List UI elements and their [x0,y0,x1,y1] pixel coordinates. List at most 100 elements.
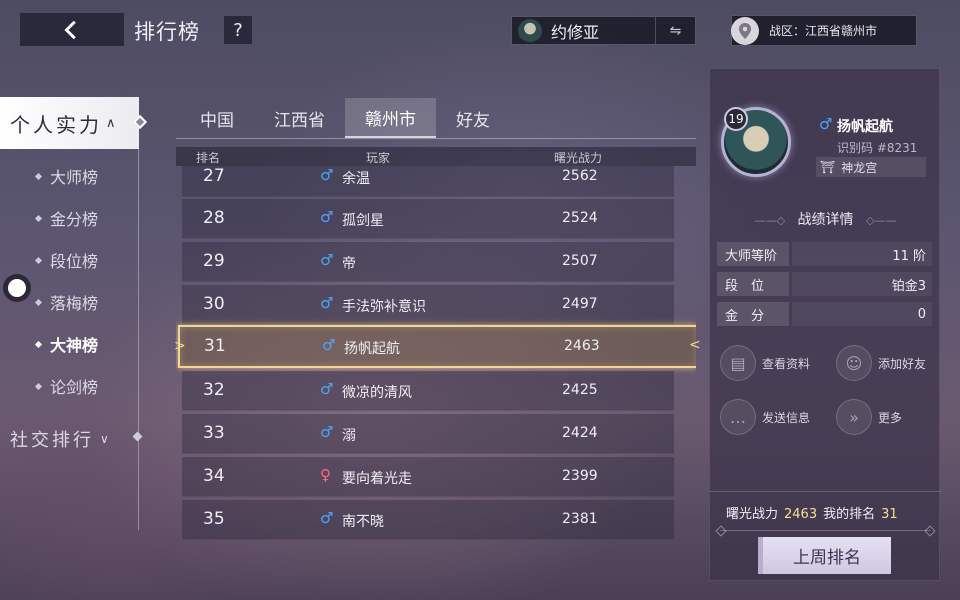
row-power: 2381 [562,511,598,527]
male-icon: ♂ [320,166,334,184]
nav-item-master-god[interactable]: 大神榜 [34,332,99,356]
nav-item-label: 落梅榜 [50,294,99,313]
tab-ganzhou[interactable]: 赣州市 [345,98,436,138]
male-icon: ♂ [320,294,334,312]
nav-item-tier[interactable]: 段位榜 [34,248,99,272]
rank-label: 我的排名 [823,507,876,522]
nav-item-label: 金分榜 [50,210,99,229]
diamond-bullet-icon [34,172,43,180]
location-pin-icon [731,16,759,45]
table-row[interactable]: 27 ♂ 余温 2562 [182,166,674,197]
header-power: 曙光战力 [554,151,603,165]
nav-item-luomei[interactable]: 落梅榜 [34,290,99,314]
power-value: 2463 [784,507,818,522]
row-player-name: 帝 [342,256,356,272]
power-label: 曙光战力 [726,507,779,522]
guild-icon: ⛩ [820,160,836,174]
nav-group-label: 社交排行 [10,430,94,451]
row-rank: 29 [203,251,225,271]
diamond-bullet-icon [34,382,43,390]
table-row[interactable]: 29 ♂ 帝 2507 [182,242,674,282]
row-rank: 33 [203,423,225,443]
footer-divider [710,491,941,492]
row-player-name: 微凉的清风 [342,385,412,401]
divider-ornament-icon: ◇—— [865,214,897,227]
table-row[interactable]: 34 ♀ 要向着光走 2399 [182,457,674,497]
region-tabs: 中国 江西省 赣州市 好友 [180,98,510,138]
more-button[interactable]: » 更多 [836,399,902,435]
character-name: 约修亚 [551,22,600,42]
chevron-up-icon: ∧ [106,115,116,131]
view-profile-label: 查看资料 [762,356,811,371]
last-week-ranking-button[interactable]: 上周排名 [758,537,891,574]
diamond-bullet-icon [34,214,43,222]
tab-jiangxi[interactable]: 江西省 [254,98,345,138]
row-power: 2524 [562,210,598,226]
tab-friends[interactable]: 好友 [436,98,510,138]
row-player-name: 溺 [342,428,356,444]
nav-item-gold[interactable]: 金分榜 [34,206,99,230]
caret-right-icon: > [174,338,186,354]
nav-item-label: 大师榜 [50,168,99,187]
male-icon: ♂ [322,336,336,354]
nav-item-label: 大神榜 [50,336,99,355]
double-chevron-right-icon: » [836,399,872,435]
table-row-highlighted-self[interactable]: 31 ♂ 扬帆起航 2463 [178,325,696,368]
row-power: 2507 [562,253,598,269]
chevron-down-icon: ∨ [100,432,112,446]
stat-value: 0 [792,302,932,326]
stat-key: 大师等阶 [717,242,789,266]
tab-china[interactable]: 中国 [180,98,254,138]
male-icon: ♂ [320,208,334,226]
row-rank: 27 [203,166,225,186]
character-avatar [518,18,542,43]
stats-title: ——◇ 战绩详情 ◇—— [710,209,941,229]
switch-character-button[interactable]: ⇋ [655,17,695,44]
nav-group-social[interactable]: 社交排行 ∨ [10,426,112,452]
stat-row-tier: 段 位 铂金3 [717,272,932,296]
row-player-name: 扬帆起航 [344,341,400,357]
swap-icon: ⇋ [669,22,682,39]
add-friend-button[interactable]: ☺ 添加好友 [836,345,926,381]
table-header: 排名 玩家 曙光战力 [176,147,696,166]
table-row[interactable]: 32 ♂ 微凉的清风 2425 [182,371,674,411]
guild-tag[interactable]: ⛩ 神龙宫 [816,157,926,177]
character-selector[interactable]: 约修亚 ⇋ [511,16,696,45]
player-name: 扬帆起航 [837,119,893,135]
diamond-bullet-icon [34,340,43,348]
stat-row-master-tier: 大师等阶 11 阶 [717,242,932,266]
table-row[interactable]: 30 ♂ 手法弥补意识 2497 [182,285,674,325]
nav-item-sword[interactable]: 论剑榜 [34,374,98,398]
region-box[interactable]: 战区：江西省赣州市 [731,15,917,46]
nav-group-personal[interactable]: 个人实力 ∧ [0,97,148,149]
nav-item-label: 段位榜 [50,252,99,271]
view-profile-button[interactable]: ▤ 查看资料 [720,345,810,381]
header-player: 玩家 [366,151,391,165]
header-rank: 排名 [196,151,221,165]
nav-item-master[interactable]: 大师榜 [34,164,99,188]
send-message-label: 发送信息 [762,410,811,425]
row-power: 2562 [562,168,598,184]
back-button[interactable] [20,13,124,46]
row-rank: 30 [203,294,225,314]
table-row[interactable]: 33 ♂ 溺 2424 [182,414,674,454]
table-row[interactable]: 35 ♂ 南不晓 2381 [182,500,674,540]
ranking-list[interactable]: 27 ♂ 余温 2562 28 ♂ 孤剑星 2524 29 ♂ 帝 2507 3… [176,166,696,546]
send-message-button[interactable]: … 发送信息 [720,399,810,435]
nav-group-label: 个人实力 [10,112,102,137]
my-rank-summary: 曙光战力 2463 我的排名 31 [726,503,904,522]
row-power: 2425 [562,382,598,398]
chevron-left-icon [64,20,76,39]
table-row[interactable]: 28 ♂ 孤剑星 2524 [182,199,674,239]
row-player-name: 余温 [342,171,370,187]
row-rank: 35 [203,509,225,529]
more-label: 更多 [878,410,903,425]
row-power: 2497 [562,296,598,312]
floating-assist-button[interactable] [3,274,31,302]
row-rank: 34 [203,466,225,486]
help-button[interactable]: ? [224,16,252,44]
level-badge: 19 [724,107,748,131]
divider-ornament-icon: ——◇ [754,214,786,227]
row-player-name: 南不晓 [342,514,384,530]
male-icon: ♂ [320,509,334,527]
